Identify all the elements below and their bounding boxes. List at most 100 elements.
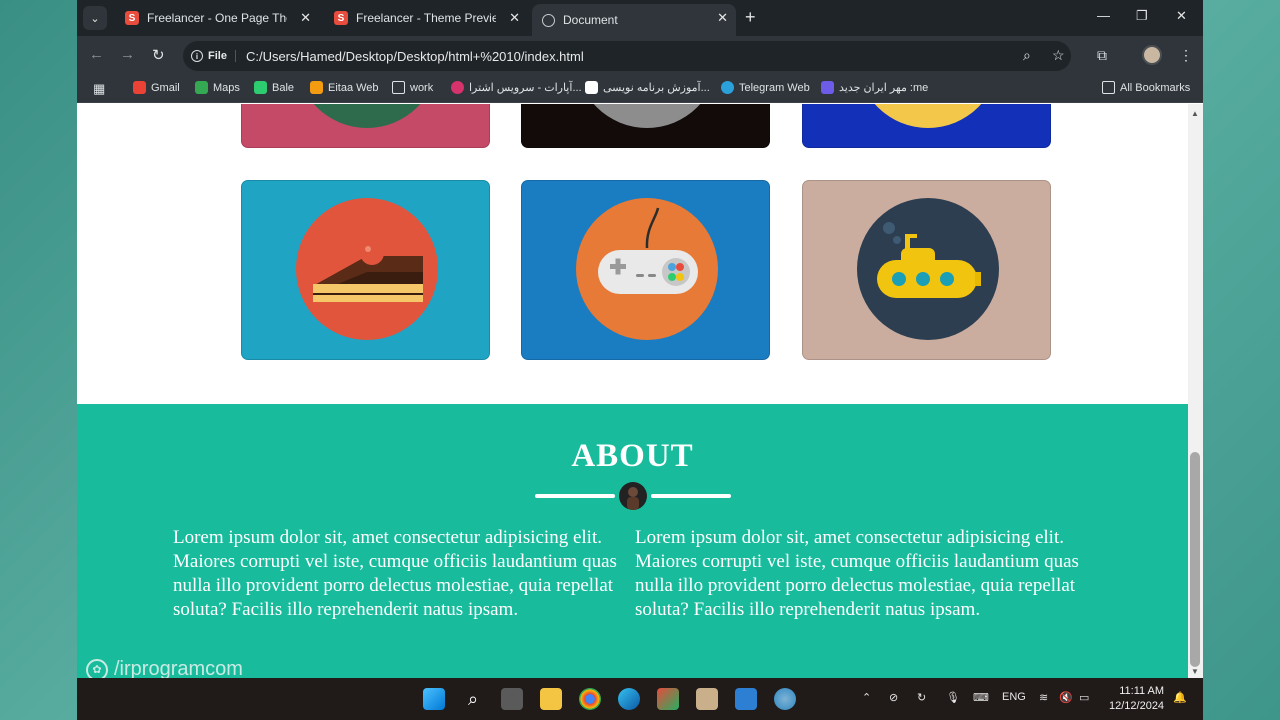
keyboard-icon[interactable]: ⌨ (973, 691, 989, 704)
bookmark-eitaa[interactable]: Eitaa Web (310, 81, 379, 94)
minimize-icon[interactable]: — (1097, 8, 1110, 23)
bookmark-star-icon[interactable]: ☆ (1052, 47, 1065, 64)
portfolio-card-3[interactable] (802, 104, 1051, 148)
tray-app-icon[interactable]: ⊘ (889, 691, 898, 704)
eitaa-icon (310, 81, 323, 94)
folder-icon (392, 81, 405, 94)
volume-muted-icon[interactable]: 🔇 (1059, 691, 1073, 704)
portfolio-image (296, 104, 438, 128)
bookmark-maps[interactable]: Maps (195, 81, 240, 94)
new-tab-icon[interactable]: + (745, 7, 756, 28)
close-tab-icon[interactable]: ✕ (300, 10, 311, 26)
bookmark-telegram[interactable]: Telegram Web (721, 81, 810, 94)
reload-icon[interactable]: ↻ (152, 46, 165, 64)
info-icon: i (191, 50, 203, 62)
bookmark-aparat[interactable]: آپارات - سرویس اشترا... (451, 81, 582, 94)
profile-avatar[interactable] (1142, 45, 1162, 65)
page-scrollbar[interactable]: ▲ ▼ (1188, 104, 1203, 678)
battery-icon[interactable]: ▭ (1079, 691, 1089, 704)
bookmark-programming[interactable]: آموزش برنامه نویسی... (585, 81, 710, 94)
address-bar[interactable]: i File C:/Users/Hamed/Desktop/Desktop/ht… (183, 41, 1071, 71)
bookmark-bale[interactable]: Bale (254, 81, 294, 94)
bookmark-label: Bale (272, 81, 295, 94)
forward-icon[interactable]: → (120, 46, 135, 63)
wifi-icon[interactable]: ≋ (1039, 691, 1048, 704)
notifications-icon[interactable]: 🔔 (1173, 691, 1187, 704)
submarine-icon (857, 198, 999, 340)
all-bookmarks[interactable]: All Bookmarks (1102, 81, 1190, 94)
bale-icon (254, 81, 267, 94)
portfolio-card-cake[interactable] (241, 180, 490, 360)
vscode-icon[interactable] (735, 688, 757, 710)
close-tab-icon[interactable]: ✕ (509, 10, 520, 26)
app-icon[interactable] (657, 688, 679, 710)
mehr-icon (821, 81, 834, 94)
portfolio-image (576, 104, 718, 128)
bookmark-label: Telegram Web (739, 81, 810, 94)
about-section: ABOUT Lorem ipsum dolor sit, amet consec… (77, 404, 1188, 678)
close-tab-icon[interactable]: ✕ (717, 10, 728, 26)
scroll-up-arrow-icon[interactable]: ▲ (1191, 109, 1199, 118)
bookmark-label: آموزش برنامه نویسی... (603, 82, 710, 94)
tab-title: Freelancer - Theme Preview - St (356, 11, 496, 25)
scrollbar-thumb[interactable] (1190, 452, 1200, 667)
close-window-icon[interactable]: ✕ (1176, 8, 1187, 24)
file-explorer-icon[interactable] (540, 688, 562, 710)
tab-search-button[interactable]: ⌄ (83, 6, 107, 30)
scroll-down-arrow-icon[interactable]: ▼ (1191, 667, 1199, 676)
page-viewport: ABOUT Lorem ipsum dolor sit, amet consec… (77, 104, 1188, 678)
microphone-icon[interactable]: 🎙 (946, 691, 960, 704)
search-icon[interactable]: ⌕ (462, 688, 484, 710)
bookmark-label: work (410, 81, 434, 94)
bookmark-label: مهر ایران جدید :me (839, 82, 929, 94)
gmail-icon (133, 81, 146, 94)
chrome-icon[interactable] (579, 688, 601, 710)
portfolio-card-1[interactable] (241, 104, 490, 148)
extensions-icon[interactable]: ⧉ (1097, 47, 1107, 64)
menu-kebab-icon[interactable]: ⋮ (1179, 47, 1193, 64)
apps-grid-icon[interactable]: ▦ (93, 81, 105, 97)
clock[interactable]: 11:11 AM 12/12/2024 (1109, 684, 1164, 714)
clock-time: 11:11 AM (1119, 685, 1165, 697)
tray-overflow-icon[interactable]: ⌃ (862, 691, 871, 704)
portfolio-card-game[interactable] (521, 180, 770, 360)
tab-freelancer-one-page[interactable]: S Freelancer - One Page Theme - ✕ (115, 4, 319, 32)
language-indicator[interactable]: ENG (1002, 691, 1026, 703)
start-button-icon[interactable] (423, 688, 445, 710)
bookmark-mehr[interactable]: مهر ایران جدید :me (821, 81, 928, 94)
tab-strip: ⌄ S Freelancer - One Page Theme - ✕ S Fr… (77, 0, 1203, 36)
app-icon[interactable] (696, 688, 718, 710)
zoom-icon[interactable]: ⌕ (1023, 47, 1031, 64)
s-favicon-icon: S (334, 11, 348, 25)
maps-icon (195, 81, 208, 94)
portfolio-card-2[interactable] (521, 104, 770, 148)
bookmark-label: Gmail (151, 81, 180, 94)
portfolio-card-submarine[interactable] (802, 180, 1051, 360)
browser-window: ⌄ S Freelancer - One Page Theme - ✕ S Fr… (77, 0, 1203, 678)
restore-icon[interactable]: ❐ (1136, 8, 1148, 24)
bookmark-gmail[interactable]: Gmail (133, 81, 180, 94)
tray-sync-icon[interactable]: ↻ (917, 691, 926, 704)
edge-icon[interactable] (618, 688, 640, 710)
game-controller-icon (576, 198, 718, 340)
telegram-icon (721, 81, 734, 94)
aparat-icon (451, 81, 464, 94)
task-view-icon[interactable] (501, 688, 523, 710)
bookmark-work[interactable]: work (392, 81, 433, 94)
windows-taskbar: ⌕ ⌃ ⊘ ↻ 🎙 ⌨ ENG ≋ 🔇 ▭ 11:11 AM 12/12/202… (77, 678, 1203, 720)
folder-icon (1102, 81, 1115, 94)
back-icon[interactable]: ← (89, 46, 104, 63)
tab-document[interactable]: Document ✕ (532, 4, 736, 36)
url-text[interactable]: C:/Users/Hamed/Desktop/Desktop/html+%201… (246, 49, 584, 64)
globe-icon (542, 13, 555, 27)
divider-avatar-icon (619, 482, 647, 510)
cake-icon (296, 198, 438, 340)
divider-line-left (535, 494, 615, 498)
about-title: ABOUT (571, 438, 694, 474)
divider-line-right (651, 494, 731, 498)
about-right-paragraph: Lorem ipsum dolor sit, amet consectetur … (635, 527, 1079, 620)
tab-freelancer-preview[interactable]: S Freelancer - Theme Preview - St ✕ (324, 4, 528, 32)
site-info-chip[interactable]: i File (191, 50, 236, 62)
clock-date: 12/12/2024 (1109, 700, 1165, 712)
globe-app-icon[interactable] (774, 688, 796, 710)
